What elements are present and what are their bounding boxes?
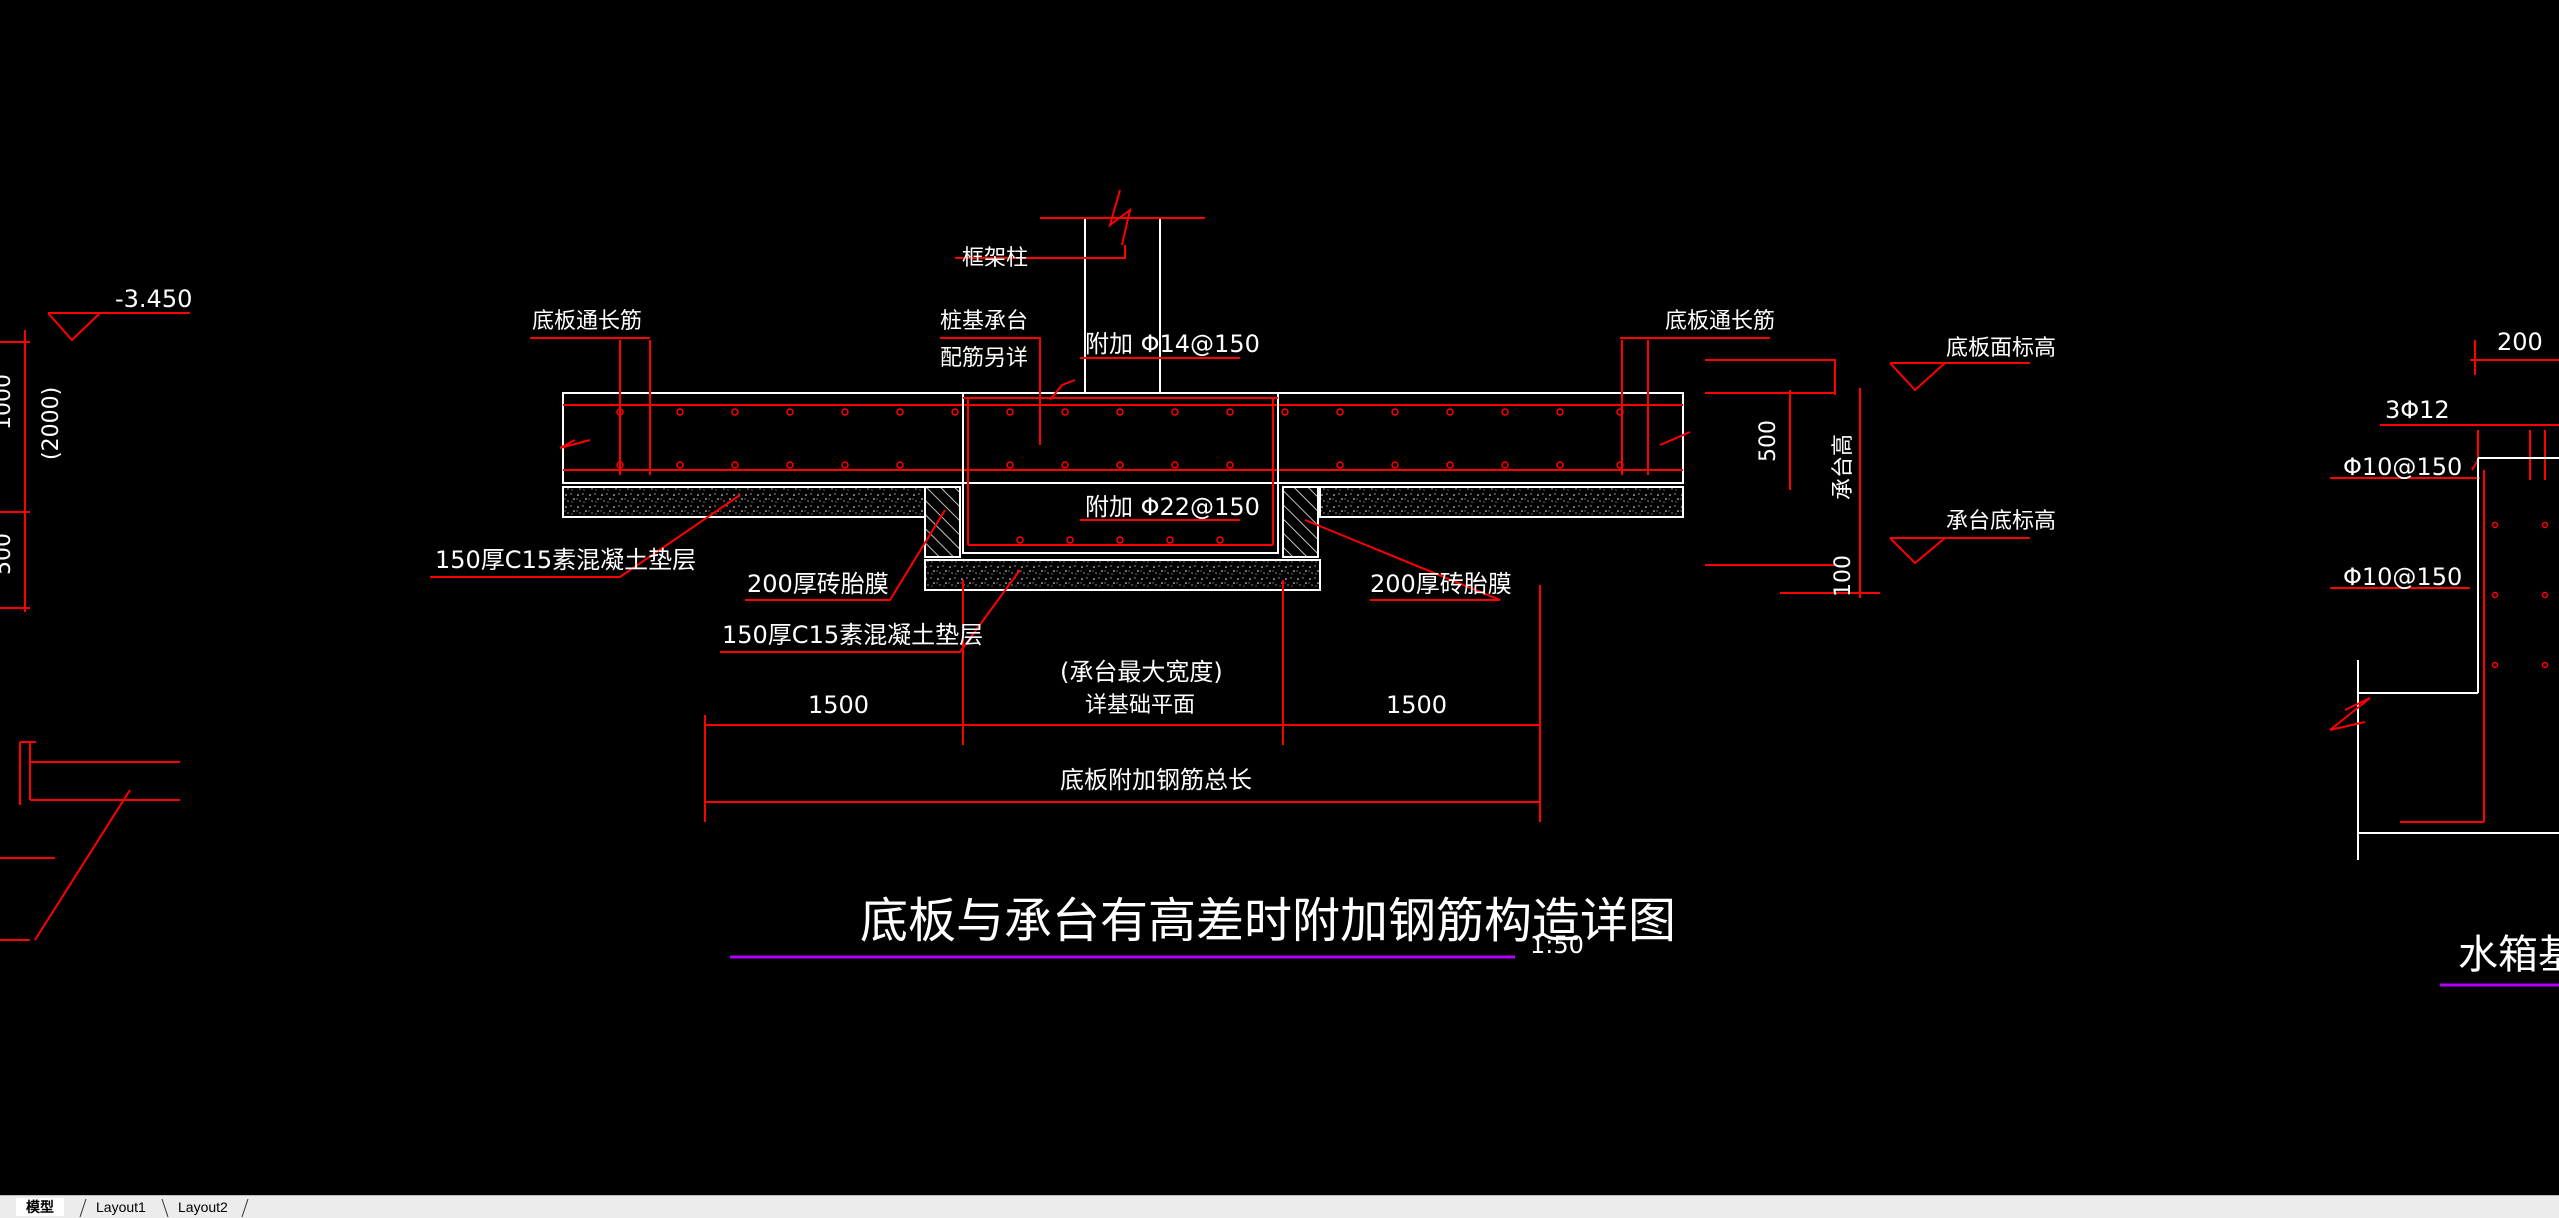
cap-bottom-elevation-label: 承台底标高 [1946, 509, 2056, 534]
right-partial-title: 水箱基础 [2458, 932, 2559, 978]
pile-cap-label-line1: 桩基承台 [940, 309, 1028, 334]
slab-long-rebar-right-label: 底板通长筋 [1665, 309, 1775, 334]
slab-long-rebar-left-label: 底板通长筋 [532, 309, 642, 334]
right-dim-200: 200 [2497, 328, 2543, 356]
right-detail-fragment [2329, 340, 2559, 987]
tab-model-label: 模型 [26, 1199, 54, 1215]
cap-height-label: 承台高 [1831, 434, 1856, 500]
tab-layout1-label: Layout1 [96, 1199, 146, 1215]
dim-100-label: 100 [1831, 555, 1856, 597]
cap-width-label-line2: 详基础平面 [1085, 693, 1195, 718]
tab-separator [241, 1198, 249, 1217]
cad-drawing-canvas[interactable]: -3.450 1000 (2000) 500 框架柱 底板通长筋 底板通长筋 桩… [0, 0, 2559, 1195]
frame-column-label: 框架柱 [962, 246, 1028, 271]
right-rebar-3phi12: 3Φ12 [2385, 396, 2450, 424]
cushion-left-label: 150厚C15素混凝土垫层 [435, 546, 696, 574]
total-length-label: 底板附加钢筋总长 [1060, 766, 1252, 794]
layout-tab-bar: 模型 Layout1 Layout2 [0, 1195, 2559, 1218]
pile-cap-label-line2: 配筋另详 [940, 346, 1028, 371]
dim-500-label: 500 [1756, 420, 1781, 462]
dim-1500-left-label: 1500 [808, 691, 869, 719]
drawing-scale: 1:50 [1530, 931, 1584, 959]
left-elevation-label: -3.450 [115, 285, 192, 313]
dim-1500-right-label: 1500 [1386, 691, 1447, 719]
brick-wall-left-label: 200厚砖胎膜 [747, 570, 889, 598]
left-dim-top: 1000 [0, 374, 16, 430]
tab-model[interactable]: 模型 [16, 1198, 64, 1216]
additional-top-rebar-label: 附加 Φ14@150 [1085, 330, 1260, 358]
elevation-symbols [1789, 362, 2030, 598]
tab-layout2-label: Layout2 [178, 1199, 228, 1215]
brick-wall-right-label: 200厚砖胎膜 [1370, 570, 1512, 598]
left-detail-fragment: -3.450 1000 (2000) 500 [0, 285, 192, 941]
right-rebar-phi10-a: Φ10@150 [2343, 453, 2462, 481]
right-rebar-phi10-b: Φ10@150 [2343, 563, 2462, 591]
slab-top-elevation-label: 底板面标高 [1946, 336, 2056, 361]
left-dim-paren: (2000) [39, 387, 64, 460]
cushion-bottom-label: 150厚C15素混凝土垫层 [722, 621, 983, 649]
frame-column [1040, 189, 1205, 393]
rebar-dots-top [616, 408, 1624, 416]
cap-width-label-line1: (承台最大宽度) [1060, 658, 1223, 686]
tab-layout2[interactable]: Layout2 [168, 1198, 238, 1216]
left-dim-bottom: 500 [0, 533, 16, 575]
tab-layout1[interactable]: Layout1 [86, 1198, 156, 1216]
additional-bottom-rebar-label: 附加 Φ22@150 [1085, 493, 1260, 521]
